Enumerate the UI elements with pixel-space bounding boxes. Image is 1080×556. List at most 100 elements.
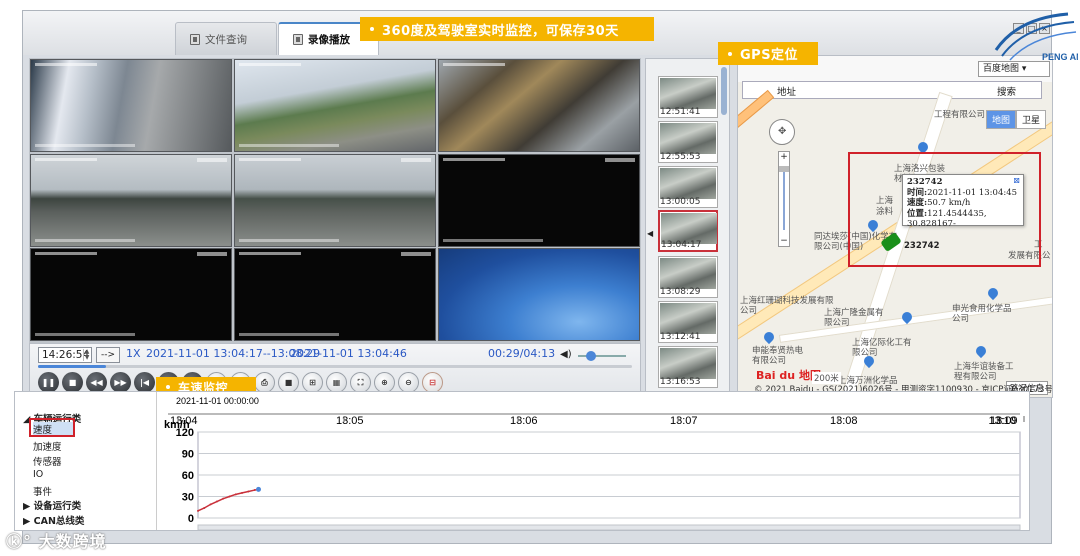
thumbnail-item[interactable]: 13:08:29 [658,256,718,298]
tree-item-acceleration[interactable]: 加速度 [33,439,62,453]
watermark: ⓚ° 大数跨境 [6,532,107,551]
map-zoom-control: ✥ + − [769,119,795,247]
map-poi: 工程有限公司 [934,110,986,120]
collapse-arrow-icon[interactable]: ◀ [647,229,653,238]
y-tick-label: 90 [182,449,194,461]
x-tick-label: 13:05 [336,415,364,427]
map-mode-button[interactable]: 地图 [985,110,1016,129]
thumbnail-item[interactable]: 13:00:05 [658,166,718,208]
video-grid [29,58,641,343]
watermark-logo-icon: ⓚ° [6,532,33,551]
goto-button[interactable]: --> [96,347,120,363]
map-pin-icon[interactable] [985,285,1001,301]
data-category-tree: ◢ 车辆运行类 速度 加速度 传感器 IO 事件 ▶ 设备运行类 ▶ CAN总线… [15,392,157,530]
file-icon [190,33,200,45]
forward-button[interactable]: ▶▶ [110,372,131,393]
tab-label: 文件查询 [205,33,247,46]
fullscreen-button[interactable]: ⛶ [350,372,371,393]
video-cell-9[interactable] [438,248,640,341]
video-icon [293,34,303,45]
zoom-in-button[interactable]: ⊕ [374,372,395,393]
search-button[interactable]: 搜索 [997,84,1016,98]
thumbnail-item-selected[interactable]: 13:04:17 [658,210,718,252]
speed-point [209,503,212,506]
video-cell-8[interactable] [234,248,436,341]
speed-point [241,491,244,494]
tab-file-query[interactable]: 文件查询 [175,22,277,55]
x-tick-label: 13:10 [988,415,1016,427]
thumbnail-item[interactable]: 13:12:41 [658,301,718,343]
speed-point [222,497,225,500]
pause-button[interactable]: ❚❚ [38,372,59,393]
video-cell-6[interactable] [438,154,640,247]
banner-text: 360度及驾驶室实时监控，可保存30天 [382,23,619,39]
x-tick-label: 13:06 [510,415,538,427]
thumbnail-item[interactable]: 12:55:53 [658,121,718,163]
window4-button[interactable]: ⊞ [302,372,323,393]
banner-text: GPS定位 [740,48,799,63]
map-pan-icon[interactable]: ✥ [769,119,795,145]
time-spinner[interactable]: 14:26:54 ▲ ▼ [38,347,92,363]
y-tick-label: 30 [182,492,194,504]
close-video-button[interactable]: ⊟ [422,372,443,393]
thumbnail-item[interactable]: 13:16:53 [658,346,718,388]
progress-bar[interactable] [38,365,632,368]
window9-button[interactable]: ▦ [326,372,347,393]
video-cell-3[interactable] [438,59,640,152]
volume-knob[interactable] [586,351,596,361]
speed-point [234,493,237,496]
address-label: 地址 [777,87,797,98]
tree-item-io[interactable]: IO [33,469,43,480]
tree-item-sensor[interactable]: 传感器 [33,454,62,468]
speed-text: 1X [126,347,141,360]
satellite-mode-button[interactable]: 卫星 [1015,110,1046,129]
prev-button[interactable]: |◀ [134,372,155,393]
map-mode-toggle: 地图 卫星 [985,110,1046,129]
x-tick-label: 13:04 [170,415,198,427]
thumbnail-item[interactable]: 12:51:41 [658,76,718,118]
popup-id: 232742 [907,177,943,187]
stop-button[interactable]: ■ [62,372,83,393]
vehicle-marker-label: 232742 [904,241,940,251]
zoom-slider[interactable]: + − [778,151,790,247]
speed-chart[interactable]: 1209060300km/h13:04 13:05 13:06 13:07 13:08 1… [158,392,1030,530]
close-popup-icon[interactable]: ⊠ [1013,176,1020,187]
tree-group-can[interactable]: ▶ CAN总线类 [23,513,84,527]
video-cell-7[interactable] [30,248,232,341]
app-root: 文件查询 录像播放 _ □ × 14:26:54 ▲ ▼ --> 1X 2021-1… [0,0,1080,556]
speed-point [197,509,199,512]
print-button[interactable]: ⎙ [254,372,275,393]
video-cell-5[interactable] [234,154,436,247]
chart-scrollbar[interactable] [197,524,1021,530]
zoom-out-button[interactable]: ⊖ [398,372,419,393]
tree-group-device[interactable]: ▶ 设备运行类 [23,498,81,512]
speed-point [203,506,206,509]
gps-banner: GPS定位 [718,42,818,65]
video-cell-1[interactable] [30,59,232,152]
thumbnail-scrollbar[interactable] [721,67,727,115]
speed-point [228,495,231,498]
x-tick-label: 13:07 [670,415,698,427]
map-pin-icon[interactable] [761,329,777,345]
window1-button[interactable]: ■ [278,372,299,393]
map-pin-icon[interactable] [973,343,989,359]
tree-item-event[interactable]: 事件 [33,484,52,498]
popup-speed: 50.7 km/h [927,198,971,208]
spinner-arrows-icon[interactable]: ▲ ▼ [83,349,90,361]
address-bar[interactable]: 地址 搜索 [742,81,1042,99]
logo-text: PENG AN [1042,52,1078,62]
progress-text: 00:29/04:13 [488,347,556,360]
volume-control[interactable]: ◀) [560,349,632,363]
y-tick-label: 60 [182,470,194,482]
vehicle-info-popup: ⊠ 232742 时间:2021-11-01 13:04:45 速度:50.7 … [902,174,1024,229]
thumbnail-list: 12:51:41 12:55:53 13:00:05 13:04:17 13:0… [645,58,730,398]
popup-time-label: 时间: [907,187,928,198]
map-poi: 申能奉贤热电有限公司 [752,346,804,366]
speed-point [247,490,250,493]
popup-speed-label: 速度: [907,198,928,208]
popup-time: 2021-11-01 13:04:45 [927,187,1018,198]
rewind-button[interactable]: ◀◀ [86,372,107,393]
video-cell-2[interactable] [234,59,436,152]
popup-pos-label: 位置: [907,208,928,219]
video-cell-4[interactable] [30,154,232,247]
